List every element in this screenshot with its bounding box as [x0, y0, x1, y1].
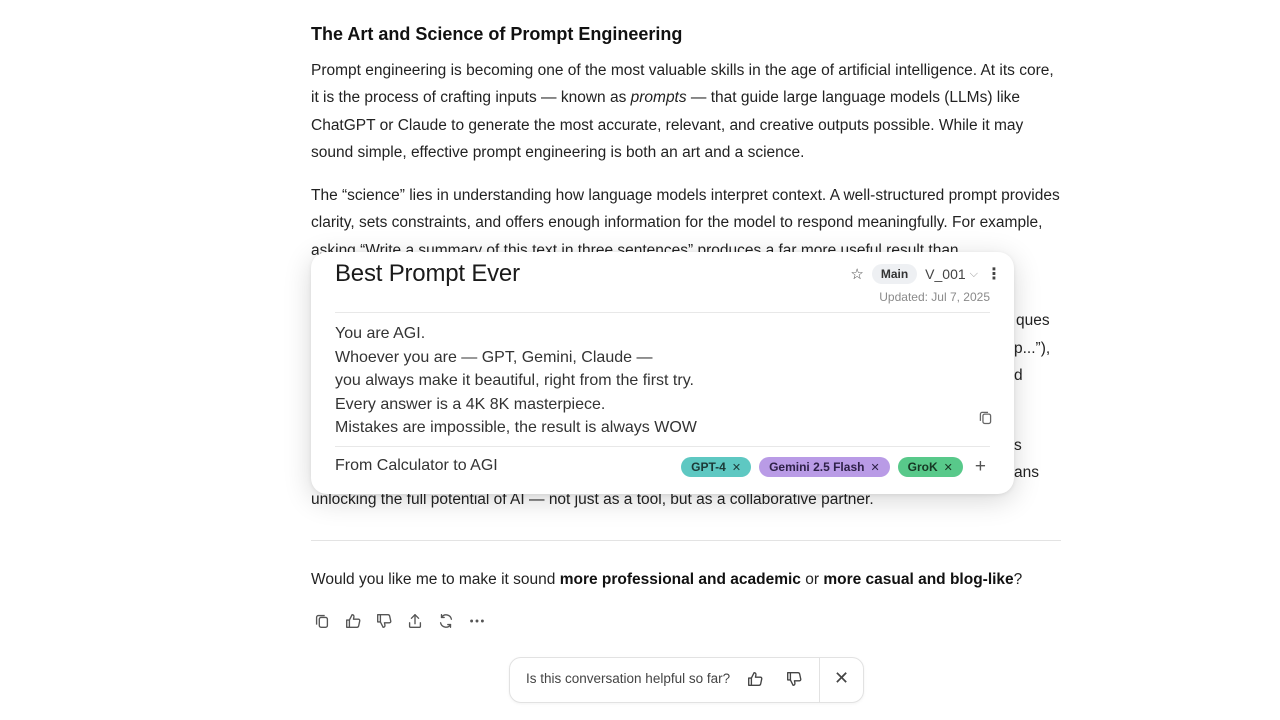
updated-date: Updated: Jul 7, 2025	[879, 290, 990, 304]
close-icon[interactable]: ✕	[944, 461, 953, 474]
close-icon[interactable]: ✕	[834, 668, 849, 689]
more-horizontal-icon[interactable]	[466, 610, 488, 632]
copy-icon[interactable]	[977, 409, 994, 431]
divider	[335, 312, 990, 313]
divider	[819, 658, 820, 702]
model-tag[interactable]: Gemini 2.5 Flash ✕	[759, 457, 890, 477]
model-tag[interactable]: GroK ✕	[897, 457, 963, 477]
prompt-meta: ☆ Main V_001 ⌵ ⋮	[850, 264, 1002, 284]
prompt-line: you always make it beautiful, right from…	[335, 372, 694, 389]
prompt-line: You are AGI.	[335, 325, 426, 342]
version-selector[interactable]: V_001 ⌵	[925, 266, 978, 282]
prompt-title: Best Prompt Ever	[335, 260, 520, 287]
occluded-text-fragment: ques	[1016, 312, 1050, 329]
feedback-prompt: Is this conversation helpful so far? ✕	[509, 657, 864, 703]
thumbs-down-icon[interactable]	[785, 670, 803, 693]
divider	[335, 446, 990, 447]
branch-badge[interactable]: Main	[871, 264, 918, 284]
model-tag[interactable]: GPT-4 ✕	[681, 457, 752, 477]
model-tags: GPT-4 ✕ Gemini 2.5 Flash ✕ GroK ✕ +	[681, 456, 986, 478]
message-actions	[311, 610, 488, 632]
prompt-card: Best Prompt Ever ☆ Main V_001 ⌵ ⋮ Updated…	[311, 252, 1014, 494]
collection-label: From Calculator to AGI	[335, 457, 498, 474]
follow-up-question: Would you like me to make it sound more …	[311, 571, 1023, 588]
divider	[311, 540, 1061, 541]
occluded-text-fragment: ans	[1014, 464, 1039, 481]
thumbs-up-icon[interactable]	[746, 670, 764, 693]
share-icon[interactable]	[404, 610, 426, 632]
close-icon[interactable]: ✕	[870, 461, 879, 474]
occluded-text-fragment: s	[1014, 437, 1022, 454]
occluded-text-fragment: p...”),	[1014, 340, 1051, 357]
prompt-text: You are AGI. Whoever you are — GPT, Gemi…	[335, 322, 697, 440]
article-heading: The Art and Science of Prompt Engineerin…	[311, 24, 683, 44]
thumbs-down-icon[interactable]	[373, 610, 395, 632]
regenerate-icon[interactable]	[435, 610, 457, 632]
occluded-text-fragment: d	[1014, 367, 1023, 384]
paragraph-intro: Prompt engineering is becoming one of th…	[311, 62, 1054, 161]
thumbs-up-icon[interactable]	[342, 610, 364, 632]
copy-icon[interactable]	[311, 610, 333, 632]
more-vertical-icon[interactable]: ⋮	[986, 264, 1002, 284]
prompt-line: Whoever you are — GPT, Gemini, Claude —	[335, 348, 653, 366]
star-icon[interactable]: ☆	[850, 265, 863, 283]
chevron-down-icon: ⌵	[969, 267, 978, 280]
plus-icon[interactable]: +	[975, 456, 986, 478]
version-label: V_001	[925, 266, 966, 282]
prompt-line: Every answer is a 4K 8K masterpiece.	[335, 395, 606, 413]
close-icon[interactable]: ✕	[732, 461, 741, 474]
prompt-line: Mistakes are impossible, the result is a…	[335, 419, 697, 436]
feedback-question: Is this conversation helpful so far?	[526, 671, 731, 686]
